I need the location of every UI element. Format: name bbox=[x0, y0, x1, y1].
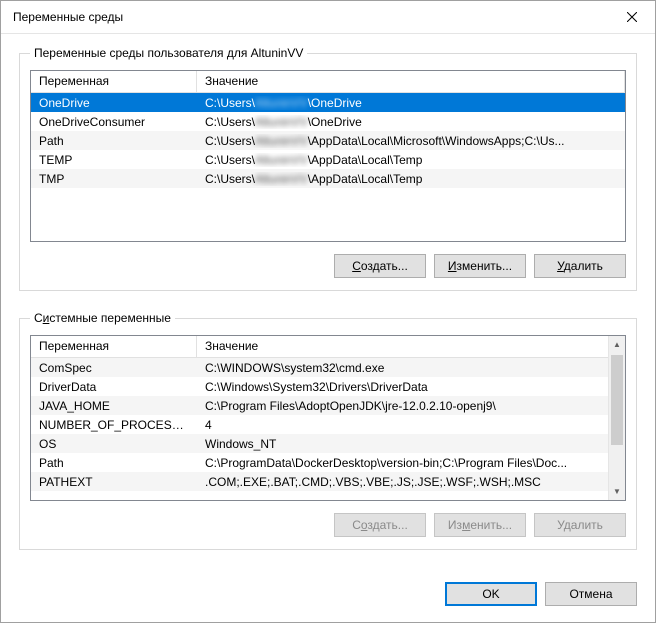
system-edit-button[interactable]: Изменить... bbox=[434, 513, 526, 537]
var-name-cell: PATHEXT bbox=[31, 475, 197, 489]
var-name-cell: JAVA_HOME bbox=[31, 399, 197, 413]
table-row[interactable]: NUMBER_OF_PROCESSORS4 bbox=[31, 415, 625, 434]
col-variable-header[interactable]: Переменная bbox=[31, 336, 197, 357]
table-header: Переменная Значение bbox=[31, 336, 625, 358]
var-name-cell: ComSpec bbox=[31, 361, 197, 375]
var-name-cell: DriverData bbox=[31, 380, 197, 394]
user-vars-table[interactable]: Переменная Значение OneDriveC:\Users\Alt… bbox=[30, 70, 626, 242]
table-row[interactable]: JAVA_HOMEC:\Program Files\AdoptOpenJDK\j… bbox=[31, 396, 625, 415]
var-name-cell: TEMP bbox=[31, 153, 197, 167]
var-name-cell: NUMBER_OF_PROCESSORS bbox=[31, 418, 197, 432]
var-value-cell: C:\Users\AltuninVV\AppData\Local\Temp bbox=[197, 153, 625, 167]
col-variable-header[interactable]: Переменная bbox=[31, 71, 197, 92]
var-name-cell: TMP bbox=[31, 172, 197, 186]
var-value-cell: C:\Program Files\AdoptOpenJDK\jre-12.0.2… bbox=[197, 399, 625, 413]
dialog-title: Переменные среды bbox=[13, 10, 609, 24]
table-row[interactable]: DriverDataC:\Windows\System32\Drivers\Dr… bbox=[31, 377, 625, 396]
var-name-cell: Path bbox=[31, 456, 197, 470]
table-row[interactable]: ComSpecC:\WINDOWS\system32\cmd.exe bbox=[31, 358, 625, 377]
var-value-cell: C:\Users\AltuninVV\OneDrive bbox=[197, 115, 625, 129]
system-new-button[interactable]: Создать... bbox=[334, 513, 426, 537]
user-edit-button[interactable]: Изменить... bbox=[434, 254, 526, 278]
var-value-cell: Windows_NT bbox=[197, 437, 625, 451]
table-row[interactable]: PathC:\Users\AltuninVV\AppData\Local\Mic… bbox=[31, 131, 625, 150]
var-name-cell: OneDrive bbox=[31, 96, 197, 110]
system-vars-table[interactable]: Переменная Значение ComSpecC:\WINDOWS\sy… bbox=[30, 335, 626, 501]
ok-button[interactable]: OK bbox=[445, 582, 537, 606]
table-row[interactable]: PATHEXT.COM;.EXE;.BAT;.CMD;.VBS;.VBE;.JS… bbox=[31, 472, 625, 491]
table-row[interactable]: TMPC:\Users\AltuninVV\AppData\Local\Temp bbox=[31, 169, 625, 188]
col-value-header[interactable]: Значение bbox=[197, 336, 625, 357]
user-delete-button[interactable]: Удалить bbox=[534, 254, 626, 278]
table-row[interactable]: PathC:\ProgramData\DockerDesktop\version… bbox=[31, 453, 625, 472]
var-name-cell: Path bbox=[31, 134, 197, 148]
scroll-down-icon[interactable]: ▼ bbox=[609, 483, 625, 500]
system-vars-body: ComSpecC:\WINDOWS\system32\cmd.exeDriver… bbox=[31, 358, 625, 500]
var-value-cell: C:\WINDOWS\system32\cmd.exe bbox=[197, 361, 625, 375]
env-vars-dialog: Переменные среды Переменные среды пользо… bbox=[0, 0, 656, 623]
user-vars-legend: Переменные среды пользователя для Altuni… bbox=[30, 46, 307, 60]
var-value-cell: C:\ProgramData\DockerDesktop\version-bin… bbox=[197, 456, 625, 470]
user-vars-group: Переменные среды пользователя для Altuni… bbox=[19, 46, 637, 291]
table-row[interactable]: OSWindows_NT bbox=[31, 434, 625, 453]
user-vars-buttons: Создать... Изменить... Удалить bbox=[30, 254, 626, 278]
scroll-thumb[interactable] bbox=[611, 355, 623, 445]
table-row[interactable]: TEMPC:\Users\AltuninVV\AppData\Local\Tem… bbox=[31, 150, 625, 169]
table-row[interactable]: OneDriveConsumerC:\Users\AltuninVV\OneDr… bbox=[31, 112, 625, 131]
var-value-cell: C:\Users\AltuninVV\AppData\Local\Microso… bbox=[197, 134, 625, 148]
titlebar: Переменные среды bbox=[1, 1, 655, 34]
scrollbar[interactable]: ▲ ▼ bbox=[608, 336, 625, 500]
var-value-cell: C:\Windows\System32\Drivers\DriverData bbox=[197, 380, 625, 394]
var-name-cell: OneDriveConsumer bbox=[31, 115, 197, 129]
var-name-cell: OS bbox=[31, 437, 197, 451]
table-row[interactable]: OneDriveC:\Users\AltuninVV\OneDrive bbox=[31, 93, 625, 112]
dialog-content: Переменные среды пользователя для Altuni… bbox=[1, 34, 655, 570]
var-value-cell: 4 bbox=[197, 418, 625, 432]
system-vars-buttons: Создать... Изменить... Удалить bbox=[30, 513, 626, 537]
col-value-header[interactable]: Значение bbox=[197, 71, 625, 92]
scroll-up-icon[interactable]: ▲ bbox=[609, 336, 625, 353]
user-vars-body: OneDriveC:\Users\AltuninVV\OneDriveOneDr… bbox=[31, 93, 625, 241]
cancel-button[interactable]: Отмена bbox=[545, 582, 637, 606]
system-delete-button[interactable]: Удалить bbox=[534, 513, 626, 537]
close-icon[interactable] bbox=[609, 1, 655, 33]
dialog-footer: OK Отмена bbox=[1, 570, 655, 622]
system-vars-legend: Системные переменные bbox=[30, 311, 175, 325]
user-new-button[interactable]: Создать... bbox=[334, 254, 426, 278]
var-value-cell: C:\Users\AltuninVV\AppData\Local\Temp bbox=[197, 172, 625, 186]
system-vars-group: Системные переменные Переменная Значение… bbox=[19, 311, 637, 550]
var-value-cell: .COM;.EXE;.BAT;.CMD;.VBS;.VBE;.JS;.JSE;.… bbox=[197, 475, 625, 489]
var-value-cell: C:\Users\AltuninVV\OneDrive bbox=[197, 96, 625, 110]
table-header: Переменная Значение bbox=[31, 71, 625, 93]
